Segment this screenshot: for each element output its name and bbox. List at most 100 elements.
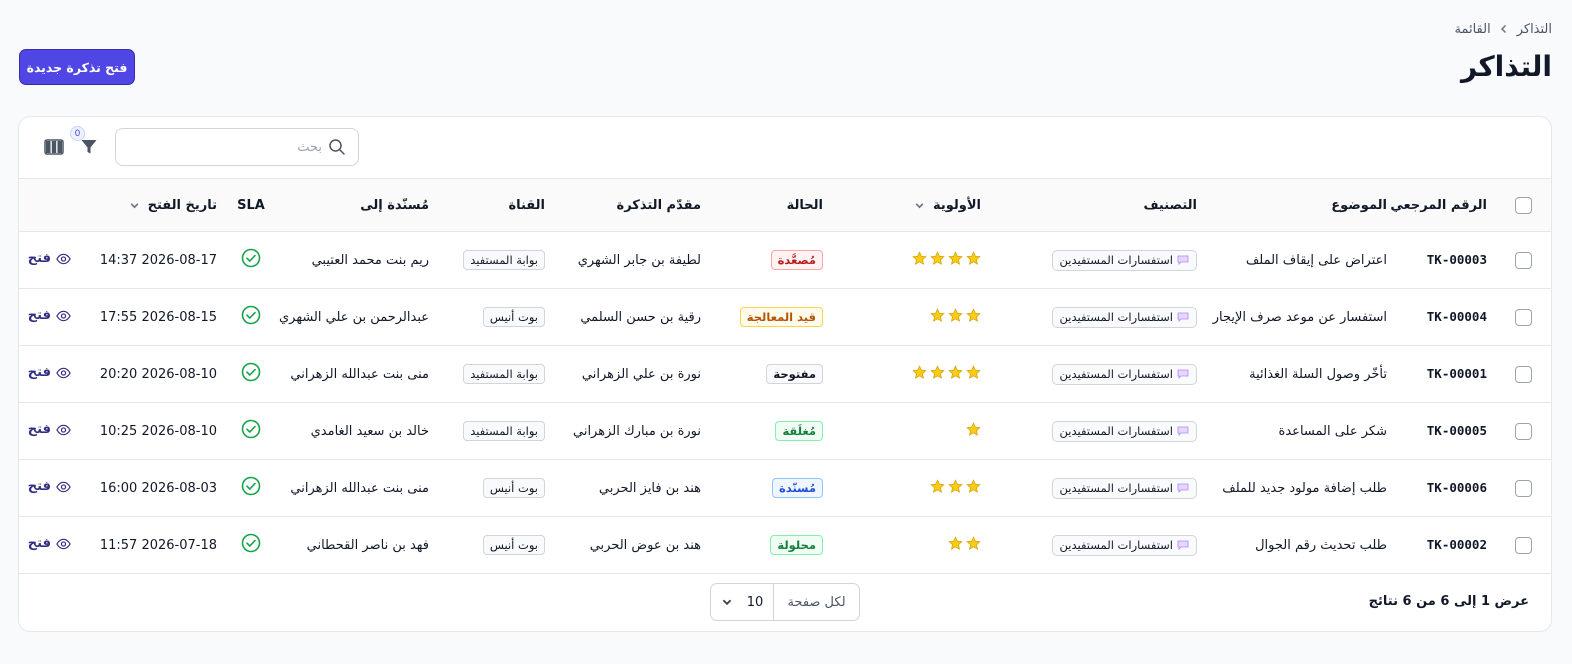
row-checkbox[interactable] — [1514, 536, 1532, 554]
row-checkbox[interactable] — [1514, 479, 1532, 497]
star-icon — [948, 364, 963, 380]
row-select-cell — [1495, 289, 1551, 346]
status-badge: مفتوحة — [766, 364, 823, 384]
row-select-cell — [1495, 403, 1551, 460]
open-ticket-link[interactable]: فتح — [28, 251, 71, 266]
search-input[interactable] — [132, 139, 322, 155]
category-label: استفسارات المستفيدين — [1059, 367, 1173, 381]
ticket-category-cell: استفسارات المستفيدين — [995, 289, 1205, 346]
table-row[interactable]: TK-00003 اعتراض على إيقاف الملف استفسارات … — [19, 232, 1551, 289]
status-badge: مُسنّدة — [772, 478, 823, 498]
star-icon — [930, 478, 945, 494]
ticket-sla-cell — [229, 517, 273, 574]
check-circle-icon — [241, 419, 261, 439]
search-box[interactable] — [115, 128, 359, 166]
ticket-assignee: فهد بن ناصر القحطاني — [306, 537, 429, 553]
column-header-priority[interactable]: الأولوية — [831, 178, 995, 232]
check-circle-icon — [241, 533, 261, 553]
columns-toggle-button[interactable] — [43, 137, 65, 157]
row-checkbox[interactable] — [1514, 308, 1532, 326]
ticket-channel-cell: بوابة المستفيد — [433, 403, 553, 460]
ticket-submitter: لطيفة بن جابر الشهري — [577, 252, 701, 268]
open-ticket-label: فتح — [27, 308, 51, 324]
status-badge: محلولة — [770, 535, 823, 555]
ticket-action-cell: فتح — [19, 460, 71, 517]
column-header-category: التصنيف — [995, 178, 1205, 232]
open-ticket-link[interactable]: فتح — [28, 365, 71, 380]
per-page-select[interactable]: 10 — [711, 595, 773, 610]
category-badge: استفسارات المستفيدين — [1051, 477, 1197, 499]
star-icon — [966, 307, 981, 323]
new-ticket-button[interactable]: فتح تذكرة جديدة — [19, 49, 135, 85]
eye-icon — [56, 481, 71, 493]
row-checkbox[interactable] — [1514, 251, 1532, 269]
ticket-priority — [831, 289, 995, 346]
ticket-status-cell: مُسنّدة — [709, 460, 831, 517]
table-header-row: الرقم المرجعي الموضوع التصنيف الأولوية ا… — [19, 178, 1551, 232]
ticket-opened-at: 2026-08-17 14:37 — [99, 252, 217, 268]
ticket-priority — [831, 403, 995, 460]
open-ticket-link[interactable]: فتح — [28, 308, 71, 323]
ticket-status-cell: مُصعَّدة — [709, 232, 831, 289]
ticket-channel-cell: بوت أنيس — [433, 460, 553, 517]
star-icon — [966, 478, 981, 494]
chevron-down-icon — [915, 202, 924, 208]
ticket-sla-cell — [229, 403, 273, 460]
row-checkbox[interactable] — [1514, 365, 1532, 383]
ticket-assignee: خالد بن سعيد الغامدي — [310, 423, 429, 439]
table-row[interactable]: TK-00004 استفسار عن موعد صرف الإيجار استفس… — [19, 289, 1551, 346]
ticket-subject: تأخّر وصول السلة الغذائية — [1249, 366, 1387, 382]
ticket-status-cell: محلولة — [709, 517, 831, 574]
breadcrumb-item-tickets[interactable]: التذاكر — [1517, 22, 1552, 37]
select-all-checkbox[interactable] — [1514, 196, 1532, 214]
ticket-category-cell: استفسارات المستفيدين — [995, 460, 1205, 517]
channel-badge: بوابة المستفيد — [463, 364, 545, 384]
ticket-assignee: عبدالرحمن بن علي الشهري — [278, 309, 429, 325]
row-checkbox[interactable] — [1514, 422, 1532, 440]
ticket-channel-cell: بوابة المستفيد — [433, 346, 553, 403]
ticket-action-cell: فتح — [19, 517, 71, 574]
filter-button[interactable]: 0 — [70, 126, 101, 159]
priority-stars — [930, 307, 981, 323]
ticket-ref: TK-00005 — [1426, 423, 1487, 438]
filter-count-badge: 0 — [70, 126, 85, 141]
star-icon — [966, 364, 981, 380]
star-icon — [966, 535, 981, 551]
ticket-ref: TK-00004 — [1426, 309, 1487, 324]
open-ticket-link[interactable]: فتح — [28, 422, 71, 437]
tickets-table-body: TK-00003 اعتراض على إيقاف الملف استفسارات … — [19, 232, 1551, 574]
ticket-status-cell: مُغلَقة — [709, 403, 831, 460]
ticket-opened-at: 2026-08-03 16:00 — [99, 480, 217, 496]
ticket-sla-cell — [229, 289, 273, 346]
column-header-assignee: مُسنّدة إلى — [273, 178, 433, 232]
ticket-channel-cell: بوابة المستفيد — [433, 232, 553, 289]
category-badge: استفسارات المستفيدين — [1051, 306, 1197, 328]
category-label: استفسارات المستفيدين — [1059, 310, 1173, 324]
category-badge: استفسارات المستفيدين — [1051, 249, 1197, 271]
chat-bubble-icon — [1177, 483, 1189, 493]
open-ticket-link[interactable]: فتح — [28, 536, 71, 551]
ticket-opened-at: 2026-08-10 20:20 — [99, 366, 217, 382]
search-icon — [329, 139, 345, 155]
ticket-category-cell: استفسارات المستفيدين — [995, 346, 1205, 403]
select-all-cell — [1495, 178, 1551, 232]
open-ticket-label: فتح — [27, 422, 51, 438]
table-row[interactable]: TK-00002 طلب تحديث رقم الجوال استفسارات ال… — [19, 517, 1551, 574]
table-row[interactable]: TK-00005 شكر على المساعدة استفسارات المستف… — [19, 403, 1551, 460]
column-header-opened-at[interactable]: تاريخ الفتح — [71, 178, 229, 232]
ticket-sla-cell — [229, 346, 273, 403]
ticket-category-cell: استفسارات المستفيدين — [995, 517, 1205, 574]
per-page-control: لكل صفحة 10 — [710, 583, 860, 621]
channel-badge: بوابة المستفيد — [463, 421, 545, 441]
table-toolbar: 0 — [19, 117, 1551, 178]
row-select-cell — [1495, 232, 1551, 289]
star-icon — [966, 421, 981, 437]
table-row[interactable]: TK-00001 تأخّر وصول السلة الغذائية استفسار… — [19, 346, 1551, 403]
open-ticket-link[interactable]: فتح — [28, 479, 71, 494]
table-footer: عرض 1 إلى 6 من 6 نتائج لكل صفحة 10 — [19, 573, 1551, 631]
ticket-submitter: نورة بن علي الزهراني — [581, 366, 701, 382]
ticket-ref-cell: TK-00004 — [1395, 289, 1495, 346]
eye-icon — [56, 310, 71, 322]
star-icon — [912, 364, 927, 380]
table-row[interactable]: TK-00006 طلب إضافة مولود جديد للملف استفسا… — [19, 460, 1551, 517]
